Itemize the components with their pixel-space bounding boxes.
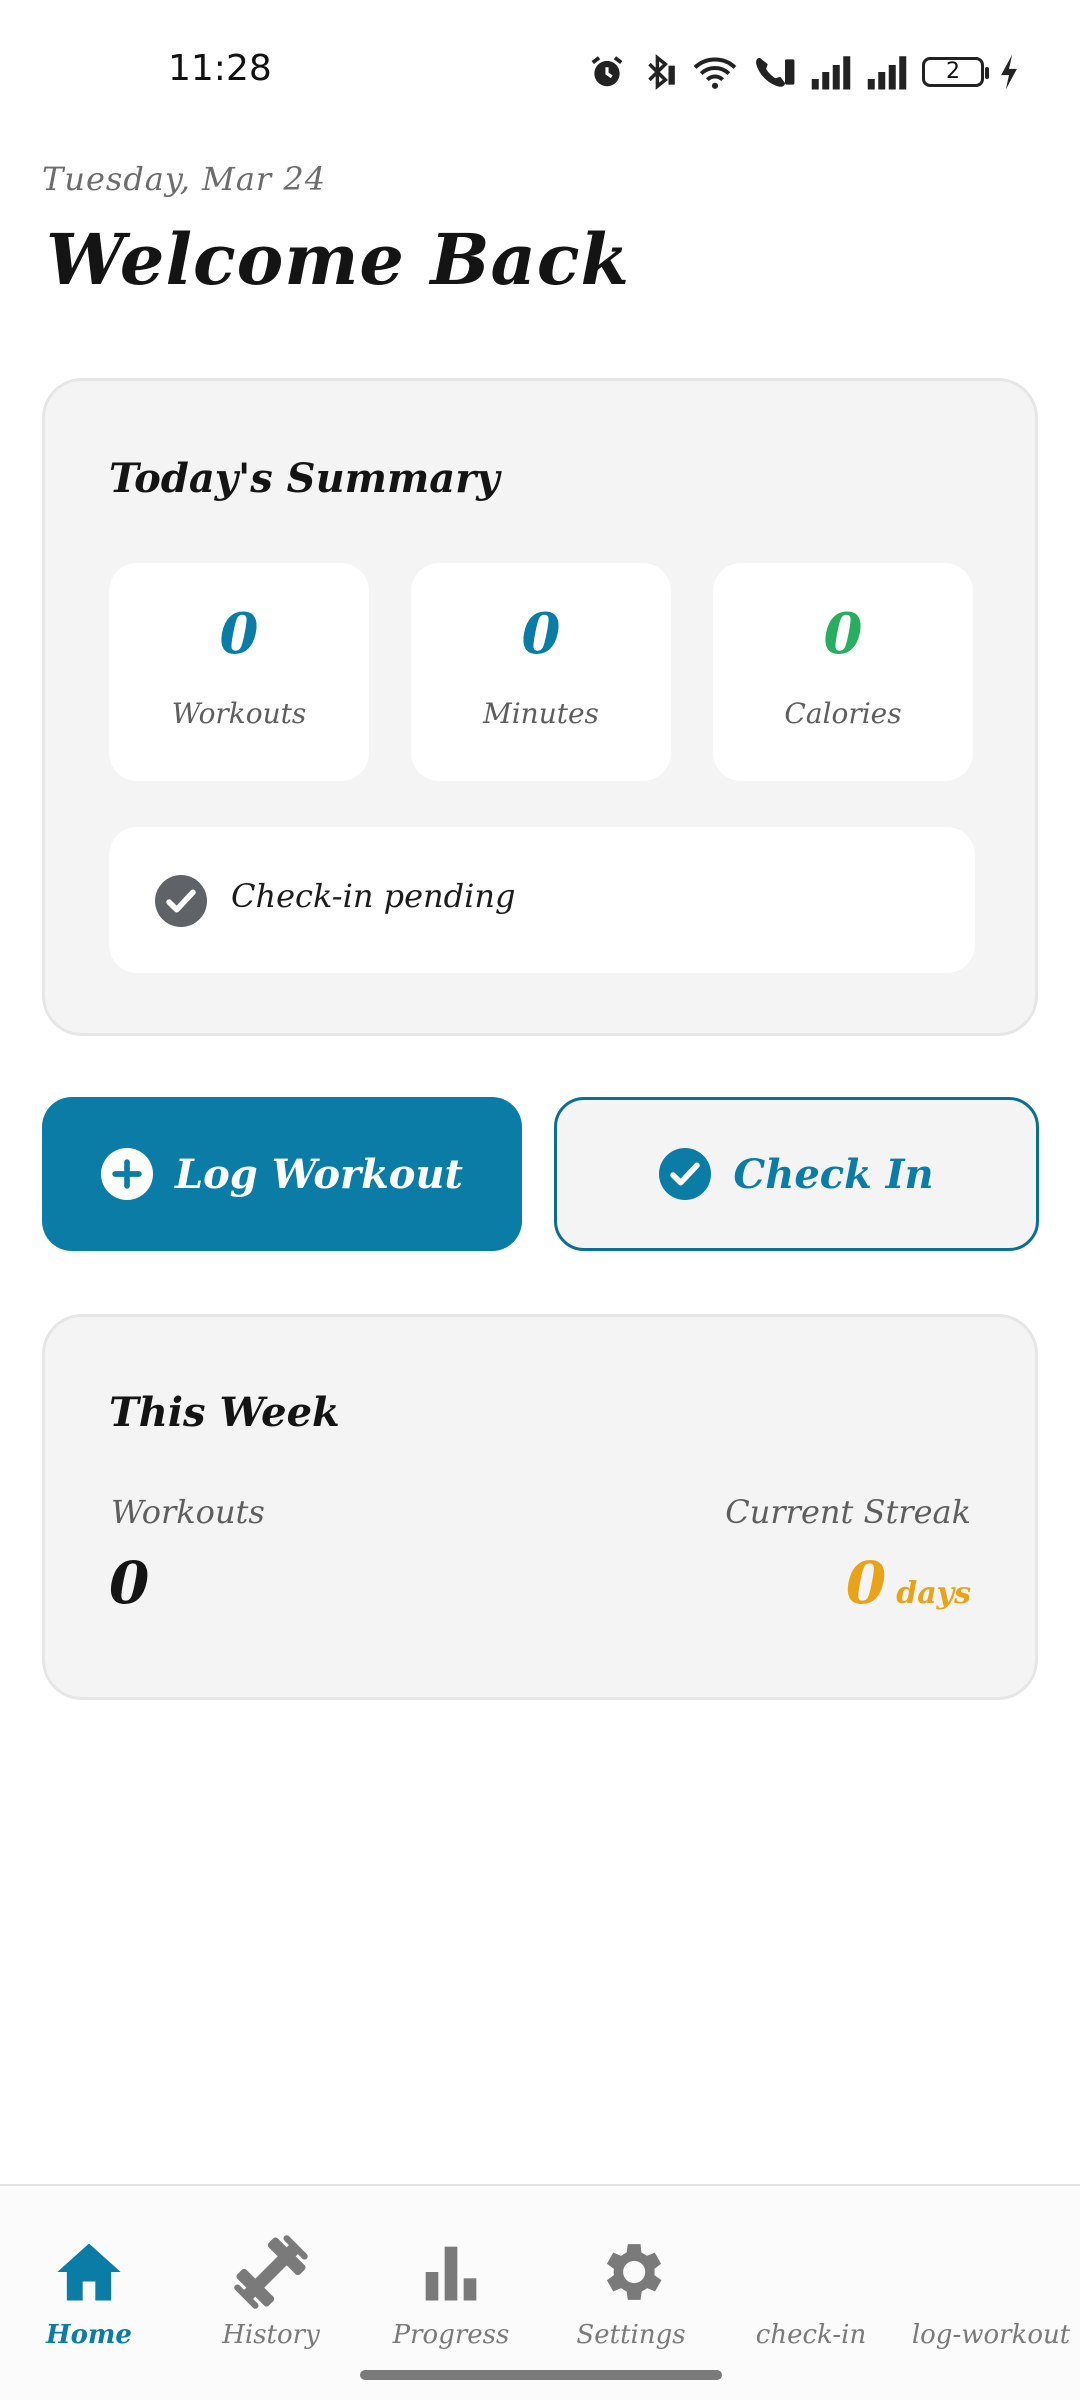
log-workout-button[interactable]: Log Workout xyxy=(42,1097,522,1251)
battery-icon: 2 xyxy=(922,57,989,87)
stat-workouts-value: 0 xyxy=(219,601,259,667)
summary-title: Today's Summary xyxy=(109,455,500,502)
nav-log-workout[interactable]: log-workout xyxy=(906,2234,1076,2364)
signal-icon-1 xyxy=(811,56,851,90)
status-bar: 11:28 2 xyxy=(0,0,1080,140)
streak-value: 0 xyxy=(845,1549,887,1617)
status-icons: 2 xyxy=(588,50,1020,94)
nav-progress-label: Progress xyxy=(392,2320,510,2350)
current-date: Tuesday, Mar 24 xyxy=(42,160,327,198)
alarm-icon xyxy=(591,56,623,87)
home-screen: 11:28 2 Tuesday, Mar 24 Welcome Back Tod… xyxy=(0,0,1080,2400)
week-workouts-label: Workouts xyxy=(111,1493,265,1531)
page-title: Welcome Back xyxy=(46,218,630,301)
stat-calories: 0 Calories xyxy=(713,563,973,781)
signal-icon-2 xyxy=(867,56,907,90)
nav-history-label: History xyxy=(222,2320,320,2350)
check-in-button[interactable]: Check In xyxy=(554,1097,1039,1251)
home-indicator[interactable] xyxy=(360,2370,722,2380)
log-workout-label: Log Workout xyxy=(174,1150,464,1198)
wifi-call-icon xyxy=(756,57,795,87)
nav-check-in-label: check-in xyxy=(755,2320,867,2350)
gear-icon xyxy=(606,2244,662,2300)
dumbbell-icon xyxy=(234,2235,308,2309)
this-week-card: This Week Workouts 0 Current Streak 0 da… xyxy=(42,1314,1038,1700)
stat-workouts-label: Workouts xyxy=(171,697,307,730)
today-summary-card: Today's Summary 0 Workouts 0 Minutes 0 C… xyxy=(42,378,1038,1036)
checkin-status-row: Check-in pending xyxy=(109,827,975,973)
streak-display: 0 days xyxy=(846,1549,971,1617)
nav-log-workout-label: log-workout xyxy=(911,2320,1071,2350)
week-title: This Week xyxy=(109,1389,340,1436)
nav-history[interactable]: History xyxy=(186,2234,356,2364)
nav-check-in[interactable]: check-in xyxy=(726,2234,896,2364)
stat-calories-label: Calories xyxy=(784,697,902,730)
bottom-navigation: Home History Progress Settings check-in … xyxy=(0,2184,1080,2400)
nav-progress[interactable]: Progress xyxy=(366,2234,536,2364)
bar-chart-icon xyxy=(425,2246,477,2301)
status-time: 11:28 xyxy=(168,48,272,89)
check-circle-icon xyxy=(155,875,207,927)
streak-unit: days xyxy=(896,1576,971,1611)
stat-workouts: 0 Workouts xyxy=(109,563,369,781)
streak-label: Current Streak xyxy=(725,1493,971,1531)
home-icon xyxy=(57,2243,121,2301)
charging-icon xyxy=(1001,54,1017,90)
check-circle-icon xyxy=(659,1148,712,1200)
week-workouts-value: 0 xyxy=(109,1549,150,1617)
stat-minutes: 0 Minutes xyxy=(411,563,671,781)
check-in-label: Check In xyxy=(733,1150,934,1198)
nav-home[interactable]: Home xyxy=(4,2234,174,2364)
plus-circle-icon xyxy=(100,1148,153,1200)
nav-home-label: Home xyxy=(46,2320,132,2350)
wifi-icon xyxy=(693,57,737,89)
checkin-status-text: Check-in pending xyxy=(231,877,516,915)
stat-minutes-label: Minutes xyxy=(483,697,599,730)
nav-settings[interactable]: Settings xyxy=(546,2234,716,2364)
bluetooth-icon xyxy=(648,54,675,90)
stat-minutes-value: 0 xyxy=(521,601,561,667)
nav-settings-label: Settings xyxy=(576,2320,686,2350)
stat-calories-value: 0 xyxy=(823,601,863,667)
